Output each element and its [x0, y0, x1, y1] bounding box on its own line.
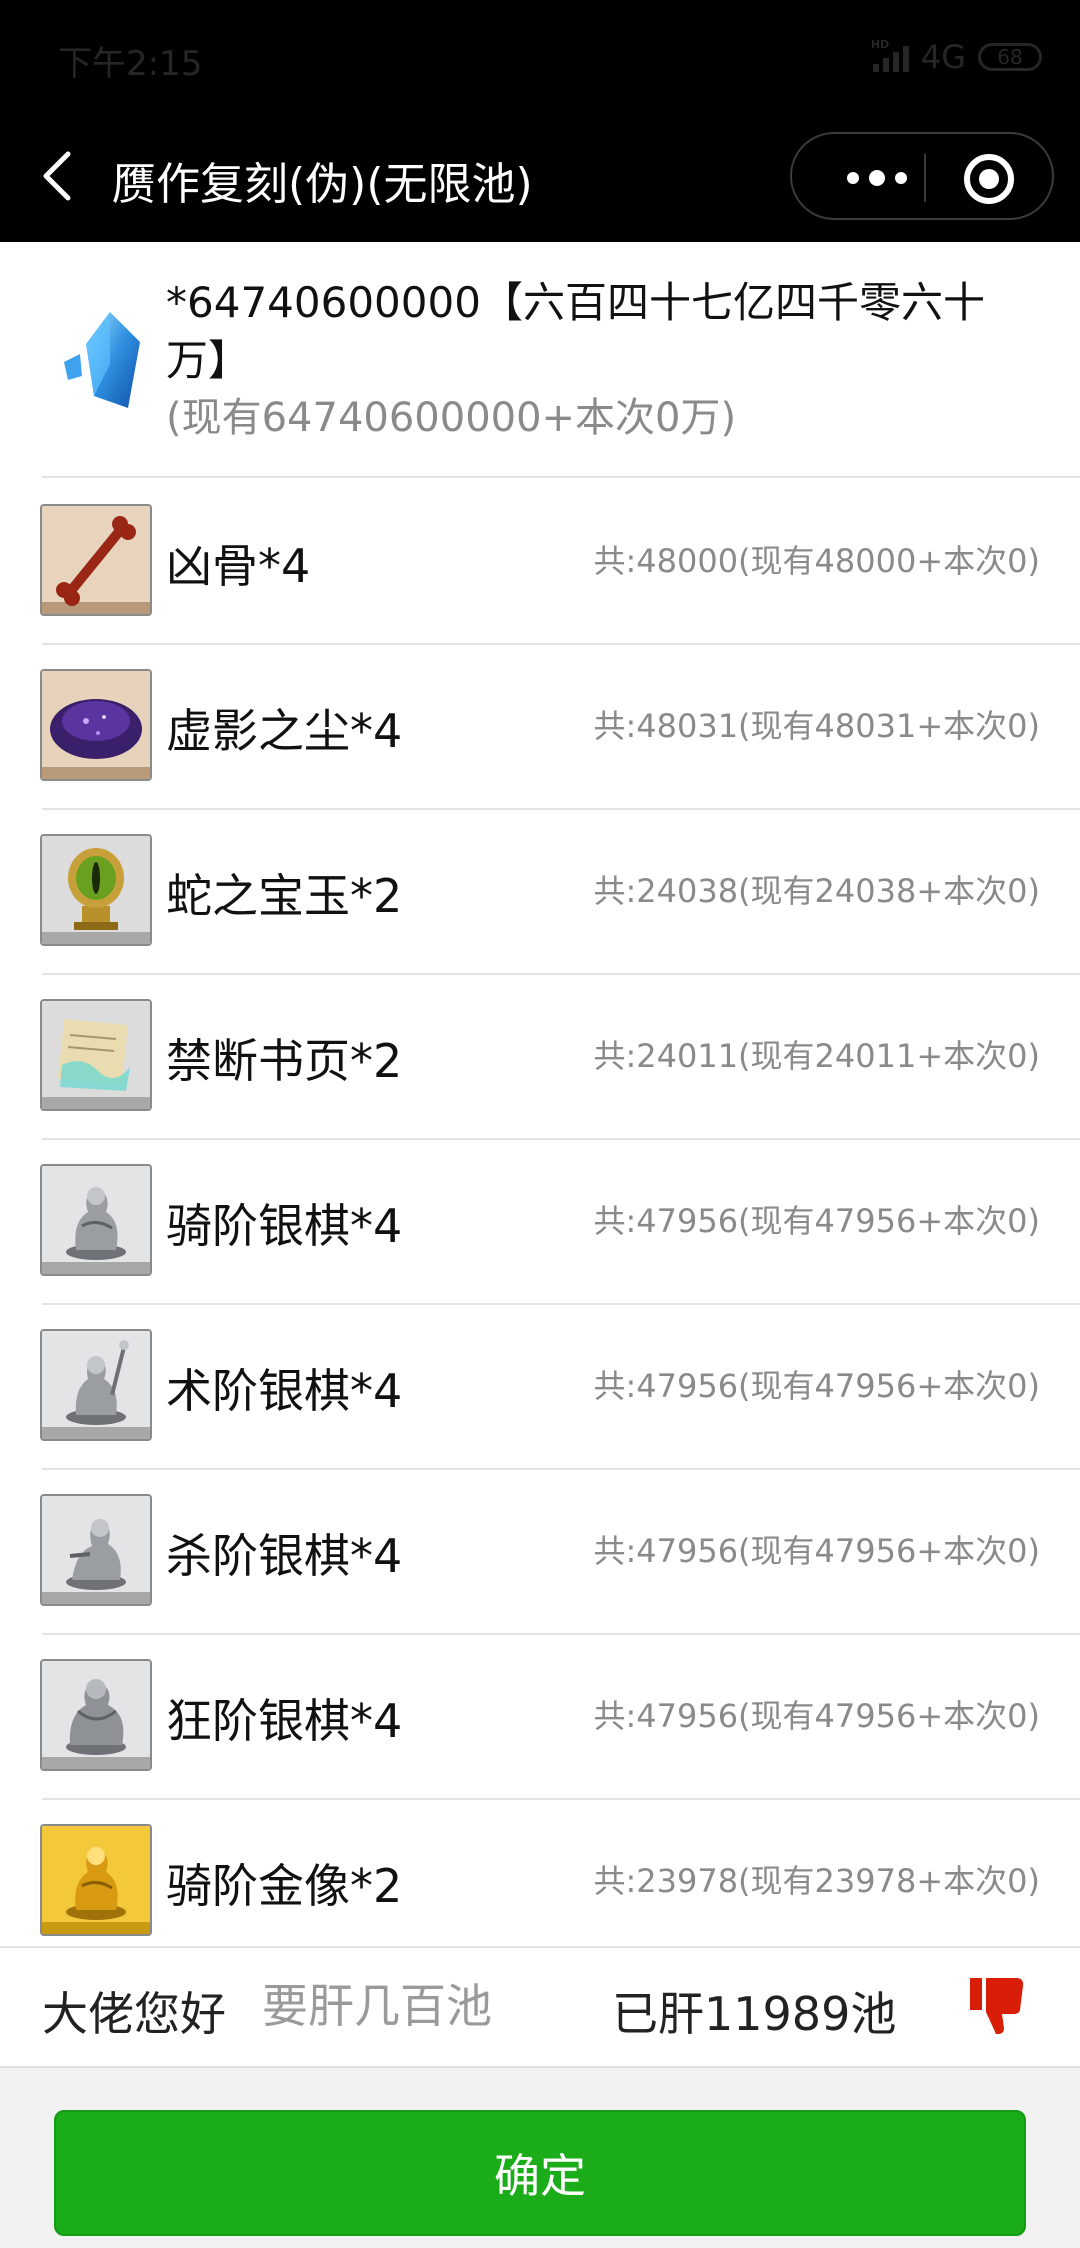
- item-name: 凶骨*4: [166, 539, 311, 593]
- capsule-divider: [924, 154, 926, 202]
- signal-icon: HD: [871, 38, 909, 72]
- completed-count: 已肝11989池: [612, 1987, 897, 2041]
- list-item: 禁断书页*2 共:24011(现有24011+本次0): [0, 975, 1080, 1140]
- item-name: 禁断书页*2: [166, 1034, 403, 1088]
- material-list[interactable]: 凶骨*4 共:48000(现有48000+本次0) 虚影之尘*4 共:48031…: [0, 480, 1080, 1946]
- divider: [42, 476, 1080, 478]
- pool-count-input[interactable]: [262, 1974, 562, 2038]
- silver-rider-piece-icon: [40, 1164, 152, 1276]
- forbidden-page-icon: [40, 999, 152, 1111]
- item-name: 蛇之宝玉*2: [166, 869, 403, 923]
- summary-total: *64740600000【六百四十七亿四千零六十万】: [166, 278, 985, 385]
- item-total: 共:24011(现有24011+本次0): [593, 1037, 1040, 1075]
- list-item: 骑阶银棋*4 共:47956(现有47956+本次0): [0, 1140, 1080, 1305]
- purple-dust-icon: [40, 669, 152, 781]
- thumbs-down-icon[interactable]: [968, 1976, 1026, 2036]
- qp-summary: *64740600000【六百四十七亿四千零六十万】 (现有6474060000…: [0, 244, 1080, 478]
- list-item: 凶骨*4 共:48000(现有48000+本次0): [0, 480, 1080, 645]
- list-item: 术阶银棋*4 共:47956(现有47956+本次0): [0, 1305, 1080, 1470]
- item-total: 共:24038(现有24038+本次0): [593, 872, 1040, 910]
- greeting-label: 大佬您好: [42, 1987, 226, 2041]
- serpent-jewel-icon: [40, 834, 152, 946]
- hd-badge: HD: [870, 38, 890, 51]
- top-bar: 下午2:15 HD 4G 68 赝作复刻(伪)(无限池): [0, 0, 1080, 242]
- bone-icon: [40, 504, 152, 616]
- list-item: 蛇之宝玉*2 共:24038(现有24038+本次0): [0, 810, 1080, 975]
- status-time: 下午2:15: [58, 44, 203, 84]
- item-name: 杀阶银棋*4: [166, 1529, 403, 1583]
- gold-rider-statue-icon: [40, 1824, 152, 1936]
- silver-caster-piece-icon: [40, 1329, 152, 1441]
- blue-crystal-icon: [64, 312, 140, 408]
- list-item: 骑阶金像*2 共:23978(现有23978+本次0): [0, 1800, 1080, 1946]
- item-total: 共:47956(现有47956+本次0): [593, 1367, 1040, 1405]
- item-name: 虚影之尘*4: [166, 704, 403, 758]
- bottom-area: 确定: [0, 2066, 1080, 2248]
- item-name: 骑阶银棋*4: [166, 1199, 403, 1253]
- item-total: 共:47956(现有47956+本次0): [593, 1202, 1040, 1240]
- list-item: 杀阶银棋*4 共:47956(现有47956+本次0): [0, 1470, 1080, 1635]
- mini-program-capsule: [790, 132, 1054, 220]
- item-total: 共:48000(现有48000+本次0): [593, 542, 1040, 580]
- confirm-button[interactable]: 确定: [54, 2110, 1026, 2236]
- item-total: 共:23978(现有23978+本次0): [593, 1862, 1040, 1900]
- item-total: 共:47956(现有47956+本次0): [593, 1697, 1040, 1735]
- target-circle-icon[interactable]: [964, 154, 1014, 204]
- list-item: 虚影之尘*4 共:48031(现有48031+本次0): [0, 645, 1080, 810]
- silver-berserker-piece-icon: [40, 1659, 152, 1771]
- page-title: 赝作复刻(伪)(无限池): [112, 159, 533, 210]
- summary-detail: (现有64740600000+本次0万): [166, 395, 737, 441]
- item-total: 共:48031(现有48031+本次0): [593, 707, 1040, 745]
- more-dots-icon[interactable]: [832, 156, 922, 200]
- item-name: 狂阶银棋*4: [166, 1694, 403, 1748]
- item-total: 共:47956(现有47956+本次0): [593, 1532, 1040, 1570]
- item-name: 骑阶金像*2: [166, 1859, 403, 1913]
- silver-assassin-piece-icon: [40, 1494, 152, 1606]
- battery-icon: 68: [978, 43, 1042, 71]
- input-bar: 大佬您好 已肝11989池: [0, 1946, 1080, 2066]
- chevron-left-icon[interactable]: [34, 146, 80, 206]
- list-item: 狂阶银棋*4 共:47956(现有47956+本次0): [0, 1635, 1080, 1800]
- item-name: 术阶银棋*4: [166, 1364, 403, 1418]
- network-type: 4G: [920, 38, 966, 76]
- status-indicators: HD 4G 68: [871, 38, 1042, 76]
